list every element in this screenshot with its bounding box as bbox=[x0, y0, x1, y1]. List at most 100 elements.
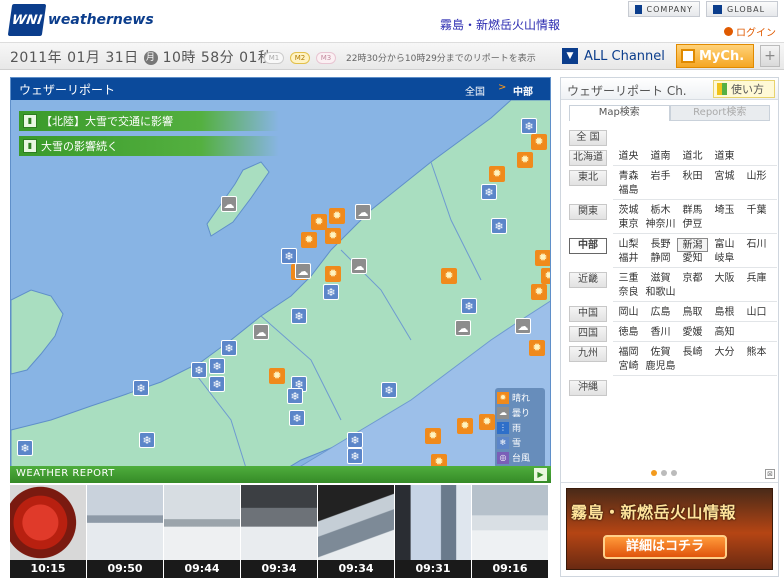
report-thumbnail[interactable]: 09:31 bbox=[395, 485, 471, 578]
sun-icon[interactable]: ✹ bbox=[531, 134, 547, 150]
cloud-icon[interactable]: ☁ bbox=[515, 318, 531, 334]
snow-icon[interactable]: ❄ bbox=[323, 284, 339, 300]
snow-icon[interactable]: ❄ bbox=[491, 218, 507, 234]
add-channel-button[interactable]: + bbox=[760, 45, 780, 67]
sun-icon[interactable]: ✹ bbox=[529, 340, 545, 356]
sun-icon[interactable]: ✹ bbox=[531, 284, 547, 300]
prefecture-link[interactable]: 兵庫 bbox=[741, 272, 772, 286]
cloud-icon[interactable]: ☁ bbox=[351, 258, 367, 274]
prefecture-link[interactable]: 長野 bbox=[645, 238, 676, 252]
report-thumbnail[interactable]: 09:34 bbox=[318, 485, 394, 578]
m3-toggle[interactable]: M3 bbox=[316, 52, 336, 64]
pager-dot[interactable] bbox=[671, 470, 677, 476]
m2-toggle[interactable]: M2 bbox=[290, 52, 310, 64]
login-link[interactable]: ログイン bbox=[724, 24, 776, 39]
prefecture-link[interactable]: 茨城 bbox=[613, 204, 644, 218]
snow-icon[interactable]: ❄ bbox=[281, 248, 297, 264]
all-channel-button[interactable]: ▼ ALL Channel bbox=[562, 45, 670, 67]
prefecture-link[interactable]: 千葉 bbox=[741, 204, 772, 218]
report-thumbnail[interactable]: 09:34 bbox=[241, 485, 317, 578]
sun-icon[interactable]: ✹ bbox=[457, 418, 473, 434]
cloud-icon[interactable]: ☁ bbox=[455, 320, 471, 336]
snow-icon[interactable]: ❄ bbox=[347, 448, 363, 464]
sun-icon[interactable]: ✹ bbox=[541, 268, 550, 284]
sun-icon[interactable]: ✹ bbox=[269, 368, 285, 384]
prefecture-link[interactable]: 香川 bbox=[645, 326, 676, 340]
prefecture-link[interactable]: 石川 bbox=[741, 238, 772, 252]
region-button[interactable]: 沖縄 bbox=[569, 380, 607, 396]
prefecture-link[interactable]: 岡山 bbox=[613, 306, 644, 320]
promo-details-button[interactable]: 詳細はコチラ bbox=[603, 535, 727, 559]
region-button[interactable]: 北海道 bbox=[569, 150, 607, 166]
sun-icon[interactable]: ✹ bbox=[479, 414, 495, 430]
cloud-icon[interactable]: ☁ bbox=[253, 324, 269, 340]
headline-item[interactable]: ▮ 【北陸】大雪で交通に影響 bbox=[19, 111, 279, 131]
report-thumbnail[interactable]: 09:44 bbox=[164, 485, 240, 578]
volcano-promo-banner[interactable]: 霧島・新燃岳火山情報 詳細はコチラ bbox=[566, 488, 773, 570]
prefecture-link[interactable]: 京都 bbox=[677, 272, 708, 286]
report-thumbnail[interactable]: 09:50 bbox=[87, 485, 163, 578]
snow-icon[interactable]: ❄ bbox=[481, 184, 497, 200]
prefecture-link[interactable]: 徳島 bbox=[613, 326, 644, 340]
prefecture-link[interactable]: 埼玉 bbox=[709, 204, 740, 218]
prefecture-link[interactable]: 福島 bbox=[613, 184, 644, 198]
region-button[interactable]: 四国 bbox=[569, 326, 607, 342]
cloud-icon[interactable]: ☁ bbox=[221, 196, 237, 212]
snow-icon[interactable]: ❄ bbox=[287, 388, 303, 404]
tab-map-search[interactable]: Map検索 bbox=[569, 105, 670, 121]
prefecture-link[interactable]: 伊豆 bbox=[677, 218, 708, 232]
prefecture-link[interactable]: 山口 bbox=[741, 306, 772, 320]
snow-icon[interactable]: ❄ bbox=[461, 298, 477, 314]
prefecture-link[interactable]: 鹿児島 bbox=[645, 360, 676, 374]
my-channel-button[interactable]: MyCh. bbox=[676, 44, 754, 68]
prefecture-link[interactable]: 長崎 bbox=[677, 346, 708, 360]
prefecture-link[interactable]: 栃木 bbox=[645, 204, 676, 218]
prefecture-link[interactable]: 富山 bbox=[709, 238, 740, 252]
region-button[interactable]: 中国 bbox=[569, 306, 607, 322]
prefecture-link[interactable]: 岐阜 bbox=[709, 252, 740, 266]
region-button[interactable]: 関東 bbox=[569, 204, 607, 220]
prefecture-link[interactable]: 宮城 bbox=[709, 170, 740, 184]
prefecture-link[interactable]: 奈良 bbox=[613, 286, 644, 300]
expand-icon[interactable]: ⊠ bbox=[765, 469, 775, 479]
m1-toggle[interactable]: M1 bbox=[264, 52, 284, 64]
sun-icon[interactable]: ✹ bbox=[325, 228, 341, 244]
weathernews-logo[interactable]: WNI weathernews bbox=[7, 4, 154, 36]
prefecture-link[interactable]: 高知 bbox=[709, 326, 740, 340]
volcano-info-link[interactable]: 霧島・新燃岳火山情報 bbox=[440, 16, 560, 33]
global-button[interactable]: GLOBAL bbox=[706, 1, 778, 17]
prefecture-link[interactable]: 東京 bbox=[613, 218, 644, 232]
sun-icon[interactable]: ✹ bbox=[489, 166, 505, 182]
prefecture-link[interactable]: 道南 bbox=[645, 150, 676, 164]
prefecture-link[interactable]: 三重 bbox=[613, 272, 644, 286]
prefecture-link[interactable]: 道央 bbox=[613, 150, 644, 164]
prefecture-link[interactable]: 山形 bbox=[741, 170, 772, 184]
prefecture-link[interactable]: 静岡 bbox=[645, 252, 676, 266]
prefecture-link[interactable]: 島根 bbox=[709, 306, 740, 320]
snow-icon[interactable]: ❄ bbox=[209, 376, 225, 392]
prefecture-link[interactable]: 青森 bbox=[613, 170, 644, 184]
report-thumbnail[interactable]: 09:16 bbox=[472, 485, 548, 578]
how-to-button[interactable]: 使い方 bbox=[713, 80, 775, 98]
prefecture-link[interactable]: 群馬 bbox=[677, 204, 708, 218]
region-button[interactable]: 東北 bbox=[569, 170, 607, 186]
prefecture-link[interactable]: 和歌山 bbox=[645, 286, 676, 300]
cloud-icon[interactable]: ☁ bbox=[355, 204, 371, 220]
breadcrumb-nation[interactable]: 全国 bbox=[465, 83, 485, 98]
snow-icon[interactable]: ❄ bbox=[17, 440, 33, 456]
snow-icon[interactable]: ❄ bbox=[289, 410, 305, 426]
prefecture-link[interactable]: 愛媛 bbox=[677, 326, 708, 340]
snow-icon[interactable]: ❄ bbox=[381, 382, 397, 398]
prefecture-link[interactable]: 大分 bbox=[709, 346, 740, 360]
snow-icon[interactable]: ❄ bbox=[347, 432, 363, 448]
sun-icon[interactable]: ✹ bbox=[535, 250, 550, 266]
prefecture-link[interactable]: 鳥取 bbox=[677, 306, 708, 320]
prefecture-link[interactable]: 秋田 bbox=[677, 170, 708, 184]
prefecture-link[interactable]: 福岡 bbox=[613, 346, 644, 360]
prefecture-link[interactable]: 神奈川 bbox=[645, 218, 676, 232]
region-button[interactable]: 九州 bbox=[569, 346, 607, 362]
prefecture-link[interactable]: 新潟 bbox=[677, 238, 708, 252]
sun-icon[interactable]: ✹ bbox=[517, 152, 533, 168]
report-thumbnail[interactable]: 10:15 bbox=[10, 485, 86, 578]
region-button[interactable]: 全 国 bbox=[569, 130, 607, 146]
